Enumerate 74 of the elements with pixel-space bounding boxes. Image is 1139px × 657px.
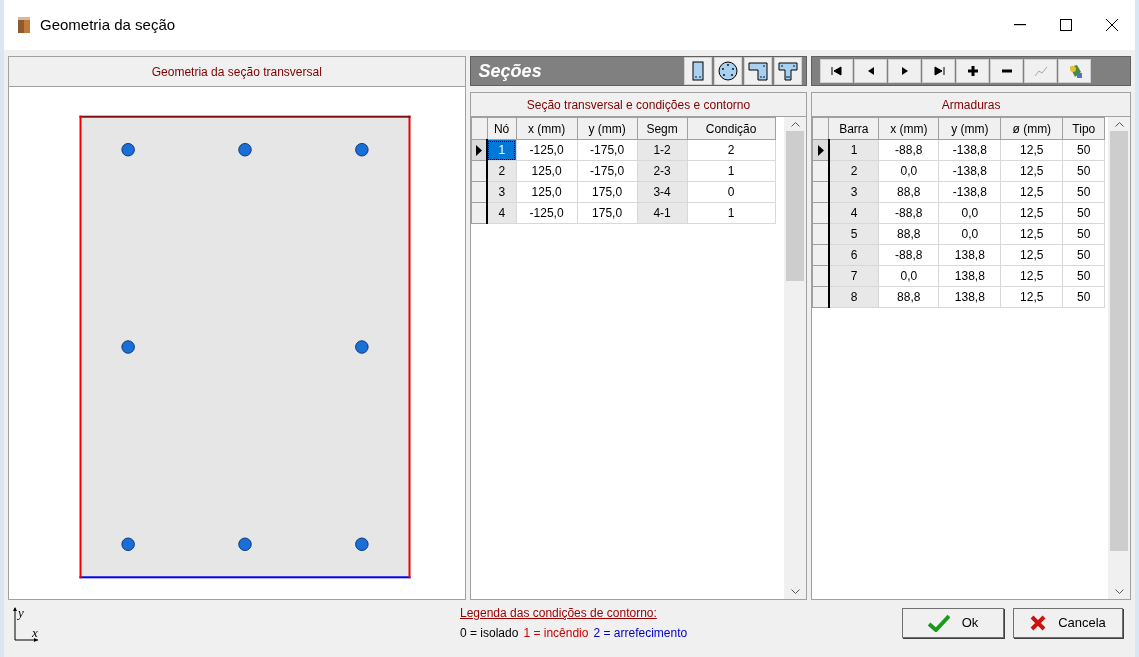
column-header[interactable]: x (mm) [516,117,578,140]
scroll-down-icon [790,589,800,595]
circle-icon [716,59,741,83]
ok-button[interactable]: Ok [902,608,1004,638]
scrollbar[interactable] [1108,117,1130,599]
last-record-button[interactable] [922,59,956,83]
sections-title: Seções [478,59,542,83]
app-icon [16,15,32,35]
column-header[interactable]: Barra [828,117,879,140]
cancel-button[interactable]: Cancela [1013,608,1123,638]
column-header[interactable]: y (mm) [938,117,1001,140]
scroll-up-icon [790,121,800,127]
row-selector[interactable] [812,286,829,308]
minimize-icon [1014,24,1026,26]
axis-label: x [32,624,38,642]
current-row-icon [475,145,482,157]
previous-record-button[interactable] [854,59,888,83]
l-shape-icon [746,59,771,83]
circle-section-button[interactable] [714,57,743,85]
column-header[interactable]: Segm [637,117,688,140]
t-shape-section-button[interactable] [774,57,803,85]
column-header[interactable]: Tipo [1062,117,1105,140]
window-title: Geometria da seção [40,14,176,35]
table-header: Seção transversal e condições e contorno [470,93,807,117]
t-shape-icon [776,59,801,83]
table-header: Armaduras [812,93,1130,117]
column-header[interactable]: Condição [687,117,776,140]
next-record-button[interactable] [888,59,922,83]
scrollbar[interactable] [784,117,807,599]
row-selector[interactable] [471,160,488,182]
row-selector[interactable] [812,223,829,245]
row-selector[interactable] [812,181,829,203]
l-shape-section-button[interactable] [744,57,773,85]
first-record-button[interactable] [820,59,854,83]
column-header[interactable]: ø (mm) [1000,117,1063,140]
close-icon [1106,19,1118,31]
row-selector[interactable] [812,202,829,224]
checkmark-icon [927,614,950,632]
axis-label: y [18,604,24,622]
row-selector[interactable] [812,139,829,161]
row-selector[interactable] [471,202,488,224]
rebar [355,143,369,157]
maximize-icon [1060,19,1072,31]
rebar [238,143,252,157]
rectangle-section-button[interactable] [684,57,713,85]
close-icon [1030,615,1047,631]
remove-button[interactable] [990,59,1024,83]
rebar [355,537,369,551]
skip-first-icon [828,63,845,79]
scroll-thumb[interactable] [1110,131,1128,551]
current-row-icon [817,145,824,157]
legend-item: 0 = isolado [460,625,519,642]
row-selector[interactable] [812,160,829,182]
add-button[interactable] [956,59,990,83]
row-selector[interactable] [812,265,829,287]
rebar [121,340,135,354]
row-selector[interactable] [471,139,488,161]
paint-button[interactable] [1058,59,1092,83]
legend-item: 1 = incêndio [523,625,589,642]
row-selector[interactable] [812,244,829,266]
column-header[interactable]: Nó [487,117,517,140]
scroll-thumb[interactable] [786,131,805,281]
rebar [355,340,369,354]
legend-title: Legenda das condições de contorno: [460,605,658,622]
panel-header: Geometria da seção transversal [9,57,465,87]
column-header[interactable]: y (mm) [577,117,638,140]
rebar [121,143,135,157]
scroll-down-icon [1114,589,1124,595]
scroll-up-icon [1114,121,1124,127]
legend-item: 2 = arrefecimento [593,625,688,642]
rebar [121,537,135,551]
rebar [238,537,252,551]
column-header[interactable]: x (mm) [878,117,939,140]
row-selector[interactable] [471,181,488,203]
